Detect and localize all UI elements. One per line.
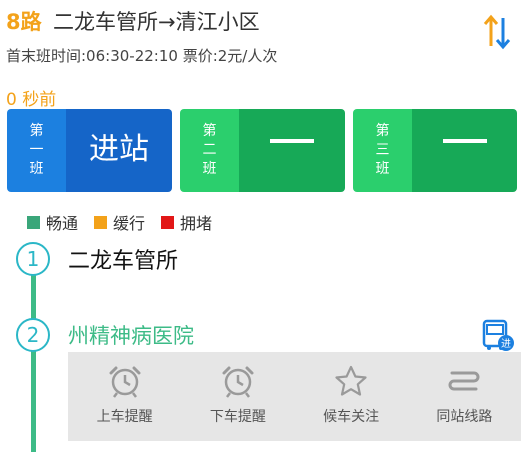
bus-card-status: 进站 — [66, 109, 172, 192]
bus-arriving-icon: 进 — [482, 319, 514, 351]
route-direction: 二龙车管所→清江小区 — [53, 10, 260, 34]
stop-name[interactable]: 二龙车管所 — [68, 243, 178, 275]
bus-card-3[interactable]: 第 三 班 — [353, 109, 517, 192]
swap-direction-icon[interactable] — [482, 14, 512, 50]
update-time: 0 秒前 — [6, 90, 57, 110]
stop-index: 2 — [16, 318, 50, 352]
alarm-clock-icon — [109, 366, 141, 398]
empty-dash — [270, 138, 314, 143]
bus-card-label: 第 二 班 — [180, 109, 239, 192]
alighting-reminder-button[interactable]: 下车提醒 — [181, 352, 294, 441]
legend-item-congested: 拥堵 — [161, 210, 212, 234]
bus-card-2[interactable]: 第 二 班 — [180, 109, 345, 192]
traffic-legend: 畅通 缓行 拥堵 — [27, 210, 228, 234]
stop-action-panel: 上车提醒 下车提醒 候车关注 同站线路 — [68, 352, 521, 441]
action-label: 同站线路 — [436, 409, 493, 425]
bus-card-status — [239, 109, 345, 192]
bus-card-status — [412, 109, 517, 192]
watch-stop-button[interactable]: 候车关注 — [295, 352, 408, 441]
empty-dash — [442, 138, 487, 143]
legend-swatch — [94, 215, 108, 229]
bus-card-label: 第 三 班 — [353, 109, 412, 192]
alarm-clock-icon — [222, 366, 254, 398]
legend-swatch — [161, 215, 175, 229]
route-icon — [448, 371, 480, 391]
schedule-info: 首末班时间:06:30-22:10 票价:2元/人次 — [6, 47, 278, 65]
stop-name-selected[interactable]: 州精神病医院 — [68, 320, 194, 350]
bus-card-label: 第 一 班 — [7, 109, 66, 192]
route-number: 8路 — [6, 10, 42, 34]
route-line — [31, 262, 36, 452]
legend-item-slow: 缓行 — [94, 210, 145, 234]
bus-badge-text: 进 — [501, 338, 511, 350]
action-label: 下车提醒 — [209, 409, 266, 425]
same-stop-routes-button[interactable]: 同站线路 — [408, 352, 521, 441]
legend-item-smooth: 畅通 — [27, 210, 78, 234]
bus-card-1[interactable]: 第 一 班 进站 — [7, 109, 172, 192]
star-icon — [335, 365, 367, 396]
legend-swatch — [27, 215, 40, 229]
action-label: 上车提醒 — [96, 409, 153, 425]
boarding-reminder-button[interactable]: 上车提醒 — [68, 352, 181, 441]
action-label: 候车关注 — [323, 409, 380, 425]
stop-index: 1 — [16, 242, 50, 276]
